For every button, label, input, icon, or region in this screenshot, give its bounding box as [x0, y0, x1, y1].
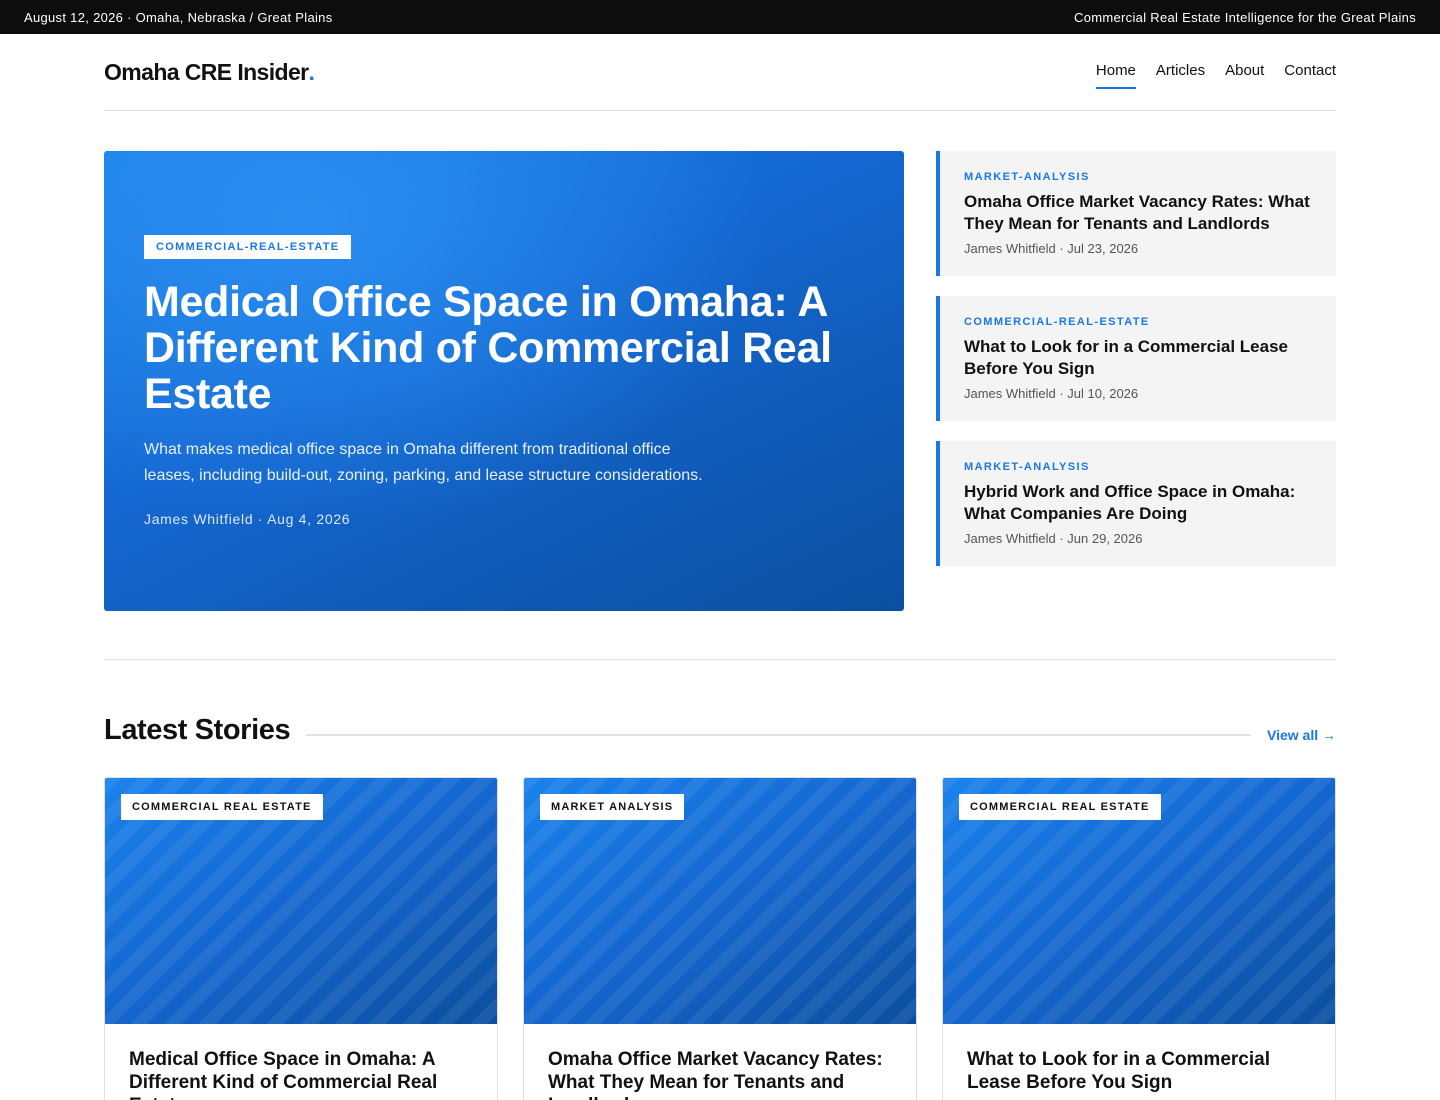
story-card-title[interactable]: Omaha Office Market Vacancy Rates: What …	[548, 1048, 892, 1100]
latest-stories-header: Latest Stories View all →	[104, 714, 1336, 747]
story-card-tag[interactable]: MARKET ANALYSIS	[540, 794, 685, 820]
story-card-body: What to Look for in a Commercial Lease B…	[943, 1024, 1335, 1100]
story-card[interactable]: COMMERCIAL REAL ESTATE What to Look for …	[942, 777, 1336, 1100]
nav-contact[interactable]: Contact	[1284, 56, 1336, 89]
sidebar-article-meta: James Whitfield · Jul 10, 2026	[964, 386, 1139, 401]
sidebar-article[interactable]: MARKET-ANALYSIS Omaha Office Market Vaca…	[936, 151, 1336, 276]
nav-home[interactable]: Home	[1095, 56, 1136, 89]
heading-rule	[306, 733, 1251, 736]
story-card-image[interactable]: MARKET ANALYSIS	[524, 778, 916, 1024]
sidebar-article-meta: James Whitfield · Jul 23, 2026	[964, 241, 1139, 256]
latest-stories-grid: COMMERCIAL REAL ESTATE Medical Office Sp…	[104, 777, 1336, 1100]
featured-category-tag[interactable]: COMMERCIAL-REAL-ESTATE	[144, 235, 352, 259]
site-logo[interactable]: Omaha CRE Insider.	[104, 58, 315, 86]
story-card-image[interactable]: COMMERCIAL REAL ESTATE	[105, 778, 497, 1024]
sidebar-article-title[interactable]: What to Look for in a Commercial Lease B…	[964, 336, 1312, 380]
story-card[interactable]: MARKET ANALYSIS Omaha Office Market Vaca…	[523, 777, 917, 1100]
story-card-image[interactable]: COMMERCIAL REAL ESTATE	[943, 778, 1335, 1024]
hero-sidebar: MARKET-ANALYSIS Omaha Office Market Vaca…	[936, 151, 1336, 611]
featured-meta: James Whitfield · Aug 4, 2026	[144, 511, 351, 527]
sidebar-article[interactable]: MARKET-ANALYSIS Hybrid Work and Office S…	[936, 441, 1336, 566]
story-card[interactable]: COMMERCIAL REAL ESTATE Medical Office Sp…	[104, 777, 498, 1100]
section-divider	[104, 659, 1336, 660]
sidebar-article-category[interactable]: COMMERCIAL-REAL-ESTATE	[964, 316, 1312, 328]
nav-about[interactable]: About	[1225, 56, 1264, 89]
nav-articles[interactable]: Articles	[1156, 56, 1205, 89]
story-card-body: Medical Office Space in Omaha: A Differe…	[105, 1024, 497, 1100]
site-tagline: Commercial Real Estate Intelligence for …	[1074, 9, 1416, 25]
top-bar: August 12, 2026 · Omaha, Nebraska / Grea…	[0, 0, 1440, 34]
logo-dot: .	[308, 58, 315, 85]
sidebar-article-meta: James Whitfield · Jun 29, 2026	[964, 531, 1143, 546]
featured-title[interactable]: Medical Office Space in Omaha: A Differe…	[144, 279, 844, 417]
story-card-tag[interactable]: COMMERCIAL REAL ESTATE	[121, 794, 323, 820]
site-header: Omaha CRE Insider. Home Articles About C…	[104, 34, 1336, 111]
sidebar-article-title[interactable]: Hybrid Work and Office Space in Omaha: W…	[964, 481, 1312, 525]
story-card-title[interactable]: What to Look for in a Commercial Lease B…	[967, 1048, 1311, 1094]
date-location: August 12, 2026 · Omaha, Nebraska / Grea…	[24, 9, 333, 25]
sidebar-article-title[interactable]: Omaha Office Market Vacancy Rates: What …	[964, 191, 1312, 235]
featured-article[interactable]: COMMERCIAL-REAL-ESTATE Medical Office Sp…	[104, 151, 904, 611]
sidebar-article-category[interactable]: MARKET-ANALYSIS	[964, 171, 1312, 183]
featured-description: What makes medical office space in Omaha…	[144, 441, 703, 484]
story-card-title[interactable]: Medical Office Space in Omaha: A Differe…	[129, 1048, 473, 1100]
main-nav: Home Articles About Contact	[1095, 56, 1336, 89]
story-card-body: Omaha Office Market Vacancy Rates: What …	[524, 1024, 916, 1100]
sidebar-article-category[interactable]: MARKET-ANALYSIS	[964, 461, 1312, 473]
logo-text: Omaha CRE Insider	[104, 58, 309, 85]
view-all-link[interactable]: View all →	[1267, 727, 1336, 743]
sidebar-article[interactable]: COMMERCIAL-REAL-ESTATE What to Look for …	[936, 296, 1336, 421]
latest-stories-heading: Latest Stories	[104, 714, 291, 746]
story-card-tag[interactable]: COMMERCIAL REAL ESTATE	[959, 794, 1161, 820]
hero-section: COMMERCIAL-REAL-ESTATE Medical Office Sp…	[104, 151, 1336, 611]
